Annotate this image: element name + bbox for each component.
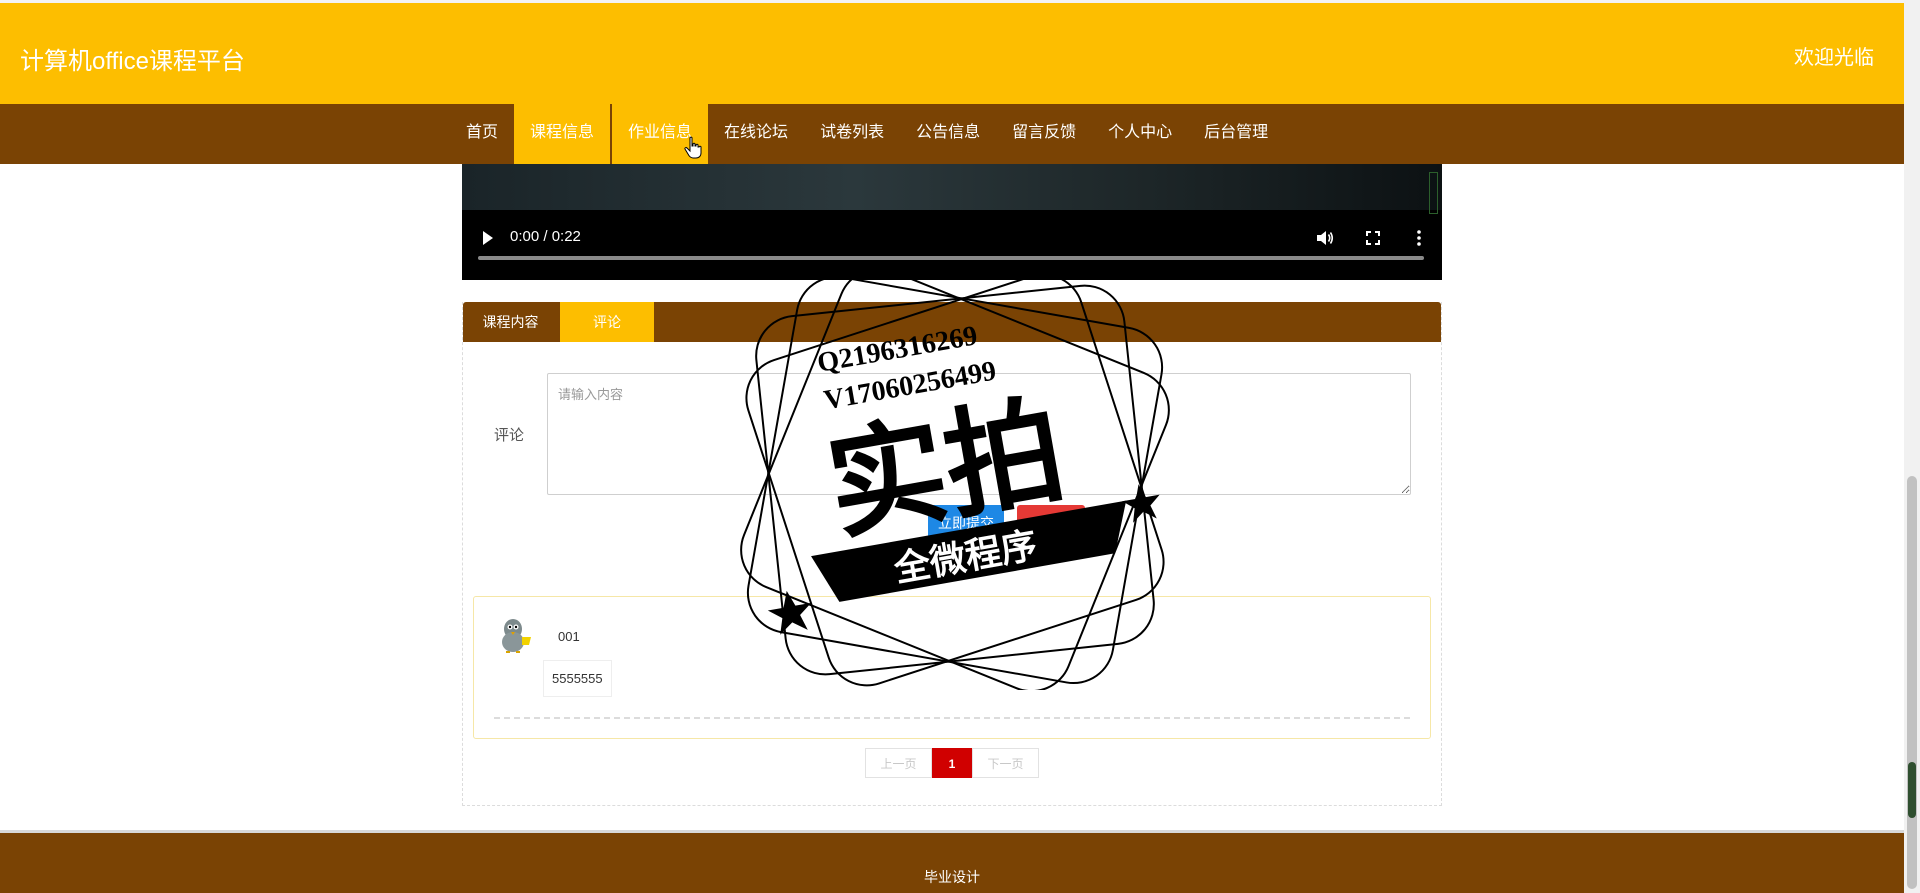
nav-item-forum[interactable]: 在线论坛	[708, 104, 804, 164]
nav-item-home[interactable]: 首页	[450, 104, 514, 164]
volume-icon[interactable]	[1316, 230, 1334, 246]
welcome-text: 欢迎光临	[1794, 47, 1874, 69]
video-progress-bar[interactable]	[478, 256, 1424, 260]
video-time: 0:00 / 0:22	[510, 228, 581, 245]
pagination: 上一页 1 下一页	[865, 748, 1039, 778]
main-nav: 首页 课程信息 作业信息 在线论坛 试卷列表 公告信息 留言反馈 个人中心 后台…	[0, 104, 1904, 164]
play-icon[interactable]	[482, 230, 494, 246]
page-next-button[interactable]: 下一页	[972, 748, 1039, 778]
header-bar: 计算机office课程平台 欢迎光临	[0, 0, 1904, 104]
hand-cursor-icon	[684, 136, 702, 159]
page-current-button[interactable]: 1	[932, 748, 972, 778]
video-level-indicator	[1429, 172, 1438, 214]
footer: 毕业设计	[0, 830, 1904, 893]
comment-text: 5555555	[543, 660, 612, 697]
nav-item-announcements[interactable]: 公告信息	[900, 104, 996, 164]
comment-divider	[494, 717, 1410, 719]
video-controls: 0:00 / 0:22	[462, 218, 1442, 258]
reset-button[interactable]: 重置	[1017, 505, 1085, 541]
video-frame	[462, 164, 1442, 210]
tab-comment[interactable]: 评论	[560, 302, 654, 342]
fullscreen-icon[interactable]	[1366, 231, 1380, 245]
site-title[interactable]: 计算机office课程平台	[20, 41, 245, 76]
submit-button[interactable]: 立即提交	[928, 505, 1004, 541]
nav-item-course-info[interactable]: 课程信息	[514, 104, 611, 164]
video-player[interactable]: 0:00 / 0:22	[462, 164, 1442, 280]
avatar	[502, 619, 531, 653]
more-options-icon[interactable]	[1416, 230, 1422, 246]
scrollbar-marker	[1908, 762, 1916, 818]
comment-username: 001	[558, 629, 580, 644]
footer-text: 毕业设计	[924, 869, 980, 885]
nav-item-feedback[interactable]: 留言反馈	[996, 104, 1092, 164]
tab-course-content[interactable]: 课程内容	[463, 302, 558, 342]
page-scrollbar[interactable]	[1904, 0, 1920, 893]
page-prev-button[interactable]: 上一页	[865, 748, 932, 778]
comment-textarea[interactable]	[547, 373, 1411, 495]
comment-label: 评论	[494, 427, 525, 444]
tab-bar: 课程内容 评论	[463, 302, 1441, 342]
scrollbar-thumb[interactable]	[1907, 476, 1917, 889]
nav-item-admin[interactable]: 后台管理	[1188, 104, 1284, 164]
nav-item-exam-list[interactable]: 试卷列表	[804, 104, 900, 164]
nav-item-personal-center[interactable]: 个人中心	[1092, 104, 1188, 164]
comment-list-item: 001 5555555	[473, 596, 1431, 739]
